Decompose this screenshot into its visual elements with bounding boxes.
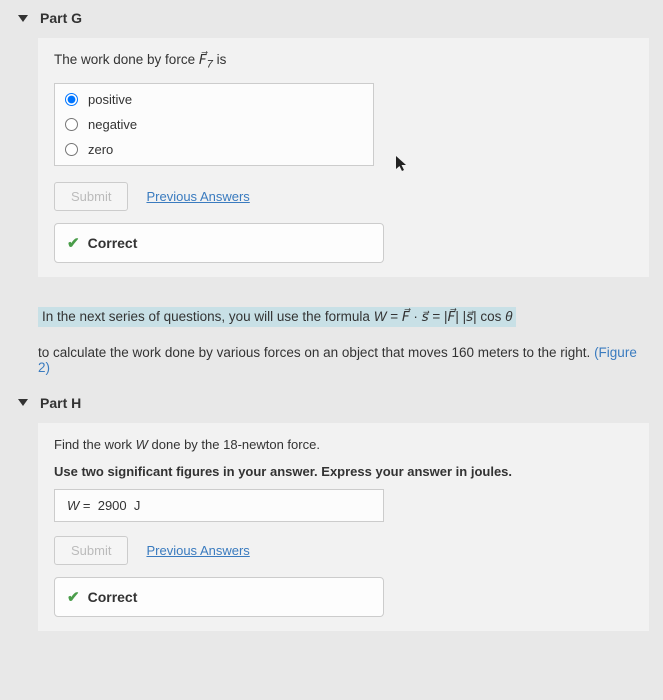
- part-g-button-row: Submit Previous Answers: [54, 182, 633, 211]
- prompt-var: F⃗7: [199, 52, 213, 67]
- correct-feedback-h: ✔ Correct: [54, 577, 384, 617]
- collapse-icon[interactable]: [18, 15, 28, 22]
- part-h-button-row: Submit Previous Answers: [54, 536, 633, 565]
- part-h-prompt: Find the work W done by the 18-newton fo…: [54, 437, 633, 452]
- prompt-pre: The work done by force: [54, 52, 199, 67]
- option-zero-label: zero: [88, 142, 113, 157]
- checkmark-icon: ✔: [67, 588, 80, 606]
- part-h-header[interactable]: Part H: [0, 385, 663, 417]
- prompt-post: is: [213, 52, 227, 67]
- part-h-label: Part H: [40, 395, 81, 411]
- part-h-content: Find the work W done by the 18-newton fo…: [38, 423, 649, 631]
- submit-button-h[interactable]: Submit: [54, 536, 128, 565]
- previous-answers-link-h[interactable]: Previous Answers: [146, 543, 249, 558]
- correct-feedback-g: ✔ Correct: [54, 223, 384, 263]
- part-g-label: Part G: [40, 10, 82, 26]
- answer-value: 2900: [98, 498, 127, 513]
- options-box: positive negative zero: [54, 83, 374, 166]
- info-line1: In the next series of questions, you wil…: [38, 307, 516, 327]
- answer-unit: J: [134, 498, 141, 513]
- info-pre: In the next series of questions, you wil…: [42, 309, 374, 324]
- correct-label-h: Correct: [88, 589, 138, 605]
- option-negative[interactable]: negative: [65, 117, 363, 132]
- checkmark-icon: ✔: [67, 234, 80, 252]
- option-negative-label: negative: [88, 117, 137, 132]
- answer-box: W = 2900 J: [54, 489, 384, 522]
- part-g-header[interactable]: Part G: [0, 0, 663, 32]
- info-block: In the next series of questions, you wil…: [0, 297, 663, 337]
- collapse-icon[interactable]: [18, 399, 28, 406]
- info-line2: to calculate the work done by various fo…: [0, 337, 663, 385]
- radio-negative[interactable]: [65, 118, 78, 131]
- option-zero[interactable]: zero: [65, 142, 363, 157]
- part-h-instruction: Use two significant figures in your answ…: [54, 464, 633, 479]
- option-positive[interactable]: positive: [65, 92, 363, 107]
- correct-label-g: Correct: [88, 235, 138, 251]
- previous-answers-link-g[interactable]: Previous Answers: [146, 189, 249, 204]
- radio-positive[interactable]: [65, 93, 78, 106]
- part-g-content: The work done by force F⃗7 is positive n…: [38, 38, 649, 277]
- option-positive-label: positive: [88, 92, 132, 107]
- part-g-prompt: The work done by force F⃗7 is: [54, 52, 633, 71]
- submit-button-g[interactable]: Submit: [54, 182, 128, 211]
- info-line2-text: to calculate the work done by various fo…: [38, 345, 594, 360]
- radio-zero[interactable]: [65, 143, 78, 156]
